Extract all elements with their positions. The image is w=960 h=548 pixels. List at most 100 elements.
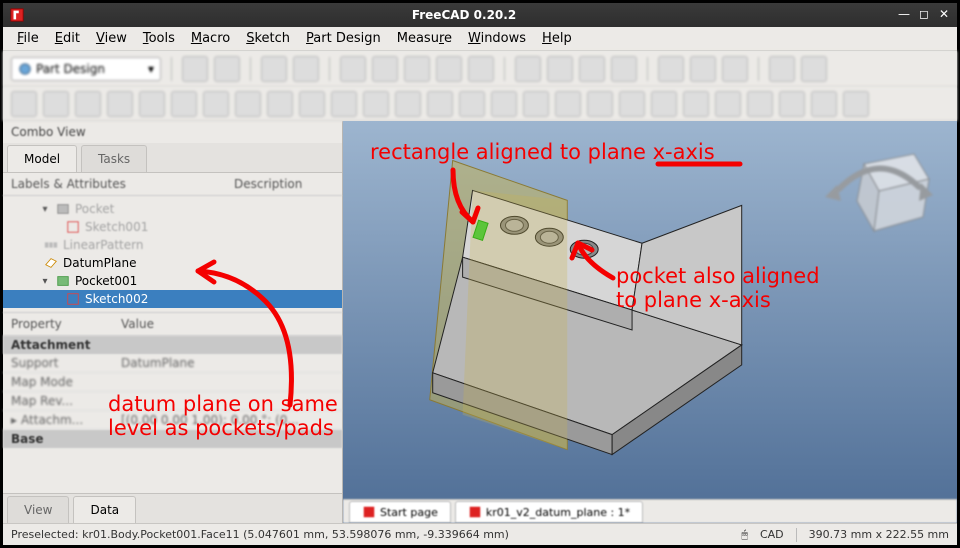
toolbar-button[interactable] [722, 56, 748, 82]
status-navstyle[interactable]: CAD [760, 528, 784, 541]
menu-measure[interactable]: Measure [391, 29, 458, 48]
toolbar-button[interactable] [683, 91, 709, 117]
toolbar-button[interactable] [267, 91, 293, 117]
workbench-label: Part Design [36, 62, 105, 76]
workbench-selector[interactable]: Part Design ▾ [11, 57, 161, 81]
toolbar-button[interactable] [769, 56, 795, 82]
tree-item-sketch001[interactable]: Sketch001 [3, 218, 342, 236]
prop-header-value: Value [121, 317, 154, 331]
sketch-icon [65, 220, 81, 234]
toolbar-button[interactable] [658, 56, 684, 82]
titlebar: FreeCAD 0.20.2 — ◻ ✕ [3, 3, 957, 27]
toolbar-button[interactable] [619, 91, 645, 117]
toolbar-button[interactable] [436, 56, 462, 82]
toolbar-button[interactable] [171, 91, 197, 117]
app-logo-icon [9, 7, 25, 23]
toolbar-button[interactable] [372, 56, 398, 82]
menu-sketch[interactable]: Sketch [240, 29, 296, 48]
status-bar: Preselected: kr01.Body.Pocket001.Face11 … [3, 523, 957, 545]
toolbar-button[interactable] [203, 91, 229, 117]
tree-item-sketch002[interactable]: Sketch002 [3, 290, 342, 308]
tree-item-pocket001[interactable]: ▾ Pocket001 [3, 272, 342, 290]
close-button[interactable]: ✕ [937, 8, 951, 22]
status-dimensions: 390.73 mm x 222.55 mm [809, 528, 949, 541]
toolbar-button[interactable] [523, 91, 549, 117]
toolbar-button[interactable] [293, 56, 319, 82]
combo-view-panel: Combo View Model Tasks Labels & Attribut… [3, 121, 343, 523]
toolbar-button[interactable] [107, 91, 133, 117]
toolbar-button[interactable] [547, 56, 573, 82]
toolbar-button[interactable] [340, 56, 366, 82]
toolbar-button[interactable] [811, 91, 837, 117]
toolbar-button[interactable] [515, 56, 541, 82]
window-title: FreeCAD 0.20.2 [31, 8, 897, 22]
combo-view-bottom-tabs: View Data [3, 493, 342, 523]
menu-help[interactable]: Help [536, 29, 578, 48]
menu-partdesign[interactable]: Part Design [300, 29, 387, 48]
sketch-icon [65, 292, 81, 306]
toolbar-button[interactable] [715, 91, 741, 117]
toolbar-button[interactable] [779, 91, 805, 117]
toolbar-button[interactable] [139, 91, 165, 117]
tab-tasks[interactable]: Tasks [81, 145, 147, 172]
toolbar-button[interactable] [427, 91, 453, 117]
main-area: Combo View Model Tasks Labels & Attribut… [3, 121, 957, 523]
tab-model[interactable]: Model [7, 145, 77, 172]
toolbar-button[interactable] [261, 56, 287, 82]
toolbar-button[interactable] [587, 91, 613, 117]
workbench-icon [18, 62, 32, 76]
toolbar-button[interactable] [331, 91, 357, 117]
toolbar-button[interactable] [214, 56, 240, 82]
minimize-button[interactable]: — [897, 8, 911, 22]
toolbar-button[interactable] [182, 56, 208, 82]
prop-row-mapmode[interactable]: Map Mode [3, 373, 342, 392]
toolbar-partdesign [3, 87, 957, 121]
maximize-button[interactable]: ◻ [917, 8, 931, 22]
toolbar-button[interactable] [299, 91, 325, 117]
doctab-model[interactable]: kr01_v2_datum_plane : 1* [455, 501, 643, 523]
tree-header-labels: Labels & Attributes [11, 177, 234, 191]
toolbar-button[interactable] [651, 91, 677, 117]
toolbar-button[interactable] [235, 91, 261, 117]
tree-item-pocket[interactable]: ▾ Pocket [3, 200, 342, 218]
tree-item-linearpattern[interactable]: LinearPattern [3, 236, 342, 254]
prop-row-maprev[interactable]: Map Rev... [3, 392, 342, 411]
tab-data[interactable]: Data [73, 496, 136, 523]
tab-view[interactable]: View [7, 496, 69, 523]
document-tabs: Start page kr01_v2_datum_plane : 1* [343, 499, 957, 523]
toolbar-button[interactable] [43, 91, 69, 117]
toolbar-button[interactable] [801, 56, 827, 82]
navigation-cube[interactable] [819, 139, 939, 249]
menu-edit[interactable]: Edit [49, 29, 86, 48]
toolbar-button[interactable] [491, 91, 517, 117]
toolbar-button[interactable] [579, 56, 605, 82]
toolbar-button[interactable] [843, 91, 869, 117]
toolbar-button[interactable] [75, 91, 101, 117]
status-navstyle-icon[interactable]: 🖱 [741, 528, 748, 542]
toolbar-button[interactable] [468, 56, 494, 82]
toolbar-main: Part Design ▾ [3, 51, 957, 87]
toolbar-button[interactable] [11, 91, 37, 117]
toolbar-button[interactable] [747, 91, 773, 117]
model-tree[interactable]: ▾ Pocket Sketch001 LinearPattern DatumPl… [3, 196, 342, 312]
toolbar-button[interactable] [395, 91, 421, 117]
menu-windows[interactable]: Windows [462, 29, 532, 48]
toolbar-button[interactable] [611, 56, 637, 82]
menu-tools[interactable]: Tools [137, 29, 181, 48]
toolbar-button[interactable] [459, 91, 485, 117]
freecad-icon [362, 505, 376, 519]
3d-viewport[interactable]: Start page kr01_v2_datum_plane : 1* [343, 121, 957, 523]
toolbar-button[interactable] [404, 56, 430, 82]
menu-macro[interactable]: Macro [185, 29, 236, 48]
prop-row-attachment[interactable]: ▸Attachm... [(0.00 0.00 1.00); 0.00 °; (… [3, 411, 342, 430]
toolbar-button[interactable] [555, 91, 581, 117]
toolbar-button[interactable] [363, 91, 389, 117]
menu-view[interactable]: View [90, 29, 133, 48]
tree-item-datumplane[interactable]: DatumPlane [3, 254, 342, 272]
toolbar-button[interactable] [690, 56, 716, 82]
menu-file[interactable]: File [11, 29, 45, 48]
doctab-startpage[interactable]: Start page [349, 501, 451, 523]
prop-row-support[interactable]: Support DatumPlane [3, 354, 342, 373]
status-preselect: Preselected: kr01.Body.Pocket001.Face11 … [11, 528, 741, 541]
tree-header-desc: Description [234, 177, 334, 191]
